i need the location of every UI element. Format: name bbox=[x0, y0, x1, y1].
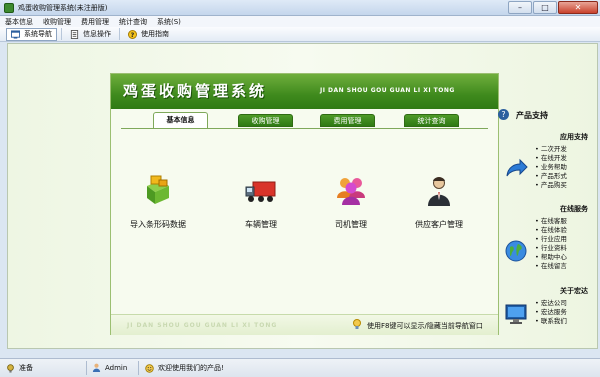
help-circle-icon: ? bbox=[498, 109, 509, 120]
toolbar-divider bbox=[61, 28, 62, 40]
lightbulb-icon bbox=[7, 363, 14, 373]
monitor-icon bbox=[505, 304, 527, 324]
status-divider bbox=[86, 361, 87, 375]
tab-expense[interactable]: 费用管理 bbox=[320, 114, 375, 127]
online-service-heading: 在线服务 bbox=[560, 205, 588, 213]
sidebar-link-feedback[interactable]: 在线留言 bbox=[535, 260, 567, 270]
window-title: 鸡蛋收购管理系统(未注册版) bbox=[18, 4, 108, 12]
sidebar-title: 产品支持 bbox=[516, 111, 548, 120]
function-tiles: 导入条形码数据 车辆管理 司机管理 供应客户管理 bbox=[111, 174, 498, 234]
product-support-sidebar: ? 产品支持 应用支持 二次开发 在线开发 业务帮助 产品形式 产品购买 在线服… bbox=[496, 104, 594, 349]
info-operation-label: 信息操作 bbox=[83, 30, 111, 38]
globe-icon bbox=[505, 240, 527, 262]
panel-header: 鸡蛋收购管理系统 JI DAN SHOU GOU GUAN LI XI TONG bbox=[111, 74, 498, 109]
panel-title: 鸡蛋收购管理系统 bbox=[123, 82, 268, 100]
maximize-button[interactable]: □ bbox=[533, 1, 557, 14]
user-guide-label: 使用指南 bbox=[141, 30, 169, 38]
online-service-group: 在线服务 在线客服 在线体验 行业应用 行业资料 帮助中心 在线留言 bbox=[496, 204, 594, 279]
title-bar: 鸡蛋收购管理系统(未注册版) – □ ✕ bbox=[0, 0, 600, 16]
tile-driver-label: 司机管理 bbox=[335, 220, 367, 229]
tile-supplier[interactable]: 供应客户管理 bbox=[394, 174, 484, 234]
drivers-icon bbox=[337, 178, 365, 205]
status-state: 准备 bbox=[19, 364, 33, 372]
panel-pinyin: JI DAN SHOU GOU GUAN LI XI TONG bbox=[320, 87, 455, 94]
navigation-icon bbox=[11, 29, 20, 39]
tile-import-barcode-label: 导入条形码数据 bbox=[130, 220, 186, 229]
toolbar: 系统导航 信息操作 ? 使用指南 bbox=[0, 27, 600, 42]
close-button[interactable]: ✕ bbox=[558, 1, 598, 14]
menu-basic-info[interactable]: 基本信息 bbox=[5, 17, 33, 27]
system-navigation-button[interactable]: 系统导航 bbox=[6, 27, 57, 41]
sidebar-link-contact[interactable]: 联系我们 bbox=[535, 315, 567, 325]
tile-import-barcode[interactable]: 导入条形码数据 bbox=[113, 174, 203, 234]
status-message-cell: 欢迎使用我们的产品! bbox=[145, 363, 224, 373]
menu-bar: 基本信息 收购管理 费用管理 统计查询 系统(S) bbox=[0, 16, 600, 27]
status-user-cell: Admin bbox=[92, 363, 127, 372]
tile-vehicle[interactable]: 车辆管理 bbox=[216, 174, 306, 234]
menu-expense[interactable]: 费用管理 bbox=[81, 17, 109, 27]
status-state-cell: 准备 bbox=[6, 363, 33, 373]
tile-driver[interactable]: 司机管理 bbox=[306, 174, 396, 234]
about-heading: 关于宏达 bbox=[560, 287, 588, 295]
status-bar: 准备 Admin 欢迎使用我们的产品! bbox=[0, 358, 600, 377]
help-icon: ? bbox=[128, 29, 137, 39]
about-group: 关于宏达 宏达公司 宏达服务 联系我们 bbox=[496, 286, 594, 346]
document-icon bbox=[70, 29, 79, 39]
tile-vehicle-label: 车辆管理 bbox=[245, 220, 277, 229]
tab-basic-info[interactable]: 基本信息 bbox=[153, 112, 208, 129]
menu-system[interactable]: 系统(S) bbox=[157, 17, 181, 27]
menu-statistics[interactable]: 统计查询 bbox=[119, 17, 147, 27]
status-user: Admin bbox=[105, 363, 128, 372]
sidebar-link-purchase[interactable]: 产品购买 bbox=[535, 179, 567, 189]
info-operation-button[interactable]: 信息操作 bbox=[66, 28, 115, 41]
panel-footer: JI DAN SHOU GOU GUAN LI XI TONG 使用F8键可以显… bbox=[111, 314, 498, 335]
minimize-button[interactable]: – bbox=[508, 1, 532, 14]
supplier-icon bbox=[428, 177, 450, 206]
menu-purchase[interactable]: 收购管理 bbox=[43, 17, 71, 27]
truck-icon bbox=[245, 181, 276, 202]
user-guide-button[interactable]: ? 使用指南 bbox=[124, 28, 173, 41]
tab-underline bbox=[121, 128, 488, 129]
app-icon bbox=[4, 3, 14, 13]
arrow-icon bbox=[506, 158, 528, 177]
tile-supplier-label: 供应客户管理 bbox=[415, 220, 463, 229]
window-controls: – □ ✕ bbox=[507, 1, 598, 15]
f8-toggle-hint: 使用F8键可以显示/隐藏当前导航窗口 bbox=[367, 322, 483, 330]
status-message: 欢迎使用我们的产品! bbox=[158, 364, 224, 372]
import-barcode-icon bbox=[147, 175, 169, 204]
app-support-group: 应用支持 二次开发 在线开发 业务帮助 产品形式 产品购买 bbox=[496, 132, 594, 197]
navigation-panel: 鸡蛋收购管理系统 JI DAN SHOU GOU GUAN LI XI TONG… bbox=[110, 73, 499, 335]
tab-purchase[interactable]: 收购管理 bbox=[238, 114, 293, 127]
user-icon bbox=[92, 363, 101, 372]
welcome-icon bbox=[145, 363, 154, 373]
toolbar-divider bbox=[119, 28, 120, 40]
svg-text:?: ? bbox=[131, 32, 135, 39]
tab-bar: 基本信息 收购管理 费用管理 统计查询 bbox=[111, 111, 498, 129]
footer-pinyin: JI DAN SHOU GOU GUAN LI XI TONG bbox=[127, 322, 278, 329]
system-navigation-label: 系统导航 bbox=[24, 30, 52, 38]
app-support-heading: 应用支持 bbox=[560, 133, 588, 141]
hint-icon bbox=[353, 319, 361, 329]
tab-statistics[interactable]: 统计查询 bbox=[404, 114, 459, 127]
status-divider bbox=[138, 361, 139, 375]
